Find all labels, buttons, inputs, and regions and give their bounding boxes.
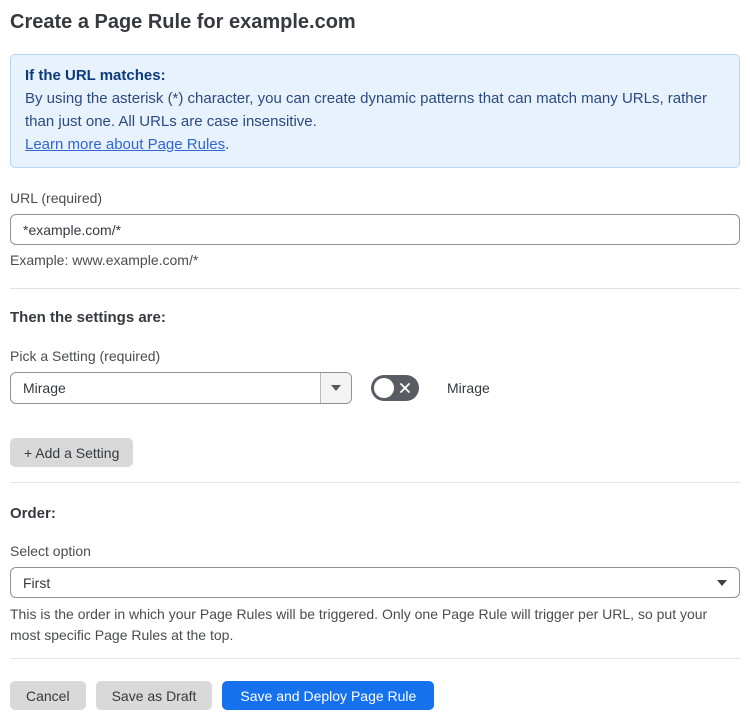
setting-select[interactable]: Mirage xyxy=(10,372,352,404)
order-select-label: Select option xyxy=(10,543,91,559)
order-select[interactable]: First xyxy=(10,567,740,598)
page-title: Create a Page Rule for example.com xyxy=(10,11,356,33)
create-page-rule-form: Create a Page Rule for example.com If th… xyxy=(0,0,750,722)
url-example-text: Example: www.example.com/* xyxy=(10,252,199,268)
url-field-label: URL (required) xyxy=(10,190,103,206)
link-suffix: . xyxy=(225,136,230,153)
divider xyxy=(10,288,740,289)
footer-actions: Cancel Save as Draft Save and Deploy Pag… xyxy=(10,681,740,710)
toggle-knob xyxy=(374,378,394,398)
url-input[interactable] xyxy=(10,214,740,245)
url-match-info-box: If the URL matches: By using the asteris… xyxy=(10,54,740,168)
info-box-link-line: Learn more about Page Rules. xyxy=(25,133,725,156)
setting-select-arrow-button[interactable] xyxy=(320,373,351,403)
save-as-draft-button[interactable]: Save as Draft xyxy=(95,681,213,710)
divider xyxy=(10,482,740,483)
setting-row: Mirage Mirage xyxy=(10,372,740,404)
pick-setting-label: Pick a Setting (required) xyxy=(10,348,161,364)
info-box-heading: If the URL matches: xyxy=(25,67,166,84)
order-section-heading: Order: xyxy=(10,505,56,522)
setting-select-value: Mirage xyxy=(23,380,66,396)
info-box-body: By using the asterisk (*) character, you… xyxy=(25,90,707,130)
add-setting-button[interactable]: + Add a Setting xyxy=(10,438,134,467)
chevron-down-icon xyxy=(717,579,727,586)
order-help-text: This is the order in which your Page Rul… xyxy=(10,606,708,643)
toggle-label: Mirage xyxy=(447,380,490,396)
dropdown-arrow-icon xyxy=(331,385,341,391)
divider xyxy=(10,658,740,659)
learn-more-link[interactable]: Learn more about Page Rules xyxy=(25,136,225,153)
cancel-button[interactable]: Cancel xyxy=(10,681,86,710)
order-select-value: First xyxy=(23,574,51,591)
mirage-toggle[interactable] xyxy=(371,375,419,401)
save-and-deploy-button[interactable]: Save and Deploy Page Rule xyxy=(222,681,435,710)
toggle-x-icon xyxy=(400,383,410,393)
settings-section-heading: Then the settings are: xyxy=(10,309,166,326)
